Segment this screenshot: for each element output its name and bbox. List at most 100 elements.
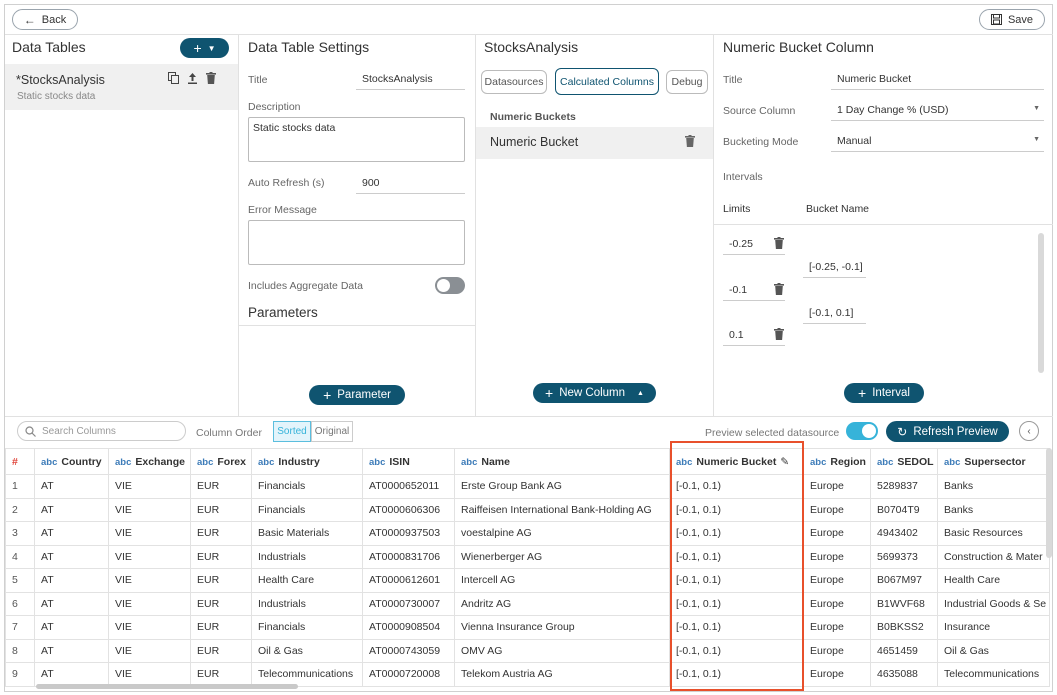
trash-icon[interactable] — [774, 283, 784, 295]
intervals-divider — [714, 224, 1053, 225]
trash-icon[interactable] — [774, 237, 784, 249]
trash-icon[interactable] — [774, 328, 784, 340]
column-header-index: # — [5, 448, 35, 475]
table-cell: Financials — [251, 497, 363, 522]
table-cell: Insurance — [937, 615, 1050, 640]
table-cell: B0704T9 — [870, 497, 938, 522]
table-body: 1 AT VIE EUR Financials AT0000652011 Erste Gro… — [5, 474, 1050, 687]
table-horizontal-scrollbar[interactable] — [36, 684, 298, 689]
column-header-name[interactable]: abc Name — [454, 448, 670, 475]
original-option[interactable]: Original — [311, 421, 353, 442]
upload-icon[interactable] — [187, 72, 198, 84]
numeric-bucket-item[interactable]: Numeric Bucket — [476, 127, 713, 159]
table-row[interactable]: 8 AT VIE EUR Oil & Gas AT0000743059 OMV AG [-0.… — [5, 638, 1050, 663]
add-data-table-button[interactable]: + ▼ — [180, 38, 229, 58]
table-cell: Wienerberger AG — [454, 544, 670, 569]
panel-bottom-divider — [5, 416, 1053, 417]
trash-icon[interactable] — [685, 135, 695, 147]
table-cell: AT0000606306 — [362, 497, 455, 522]
table-cell: Europe — [803, 638, 871, 663]
caret-up-icon: ▲ — [637, 389, 644, 397]
description-label: Description — [248, 101, 301, 113]
caret-down-icon: ▼ — [207, 43, 216, 53]
table-cell: VIE — [108, 591, 191, 616]
search-columns-field[interactable]: Search Columns — [17, 421, 186, 441]
table-cell: Telecommunications — [937, 662, 1050, 687]
back-button[interactable]: ← Back — [12, 9, 78, 30]
auto-refresh-field[interactable]: 900 — [356, 177, 465, 194]
collapse-button[interactable]: ‹ — [1019, 421, 1039, 441]
column-header-exchange[interactable]: abc Exchange — [108, 448, 191, 475]
aggregate-toggle[interactable] — [435, 277, 465, 294]
search-columns-placeholder: Search Columns — [42, 426, 116, 437]
table-cell: AT0000743059 — [362, 638, 455, 663]
table-cell: Construction & Mater — [937, 544, 1050, 569]
tab-calculated-columns[interactable]: Calculated Columns — [555, 68, 659, 95]
title-field[interactable]: StocksAnalysis — [356, 73, 465, 90]
bucket-title-field[interactable]: Numeric Bucket — [831, 73, 1044, 90]
table-cell: Financials — [251, 474, 363, 499]
table-cell: AT — [34, 568, 109, 593]
column-header-industry[interactable]: abc Industry — [251, 448, 363, 475]
new-column-button[interactable]: + New Column ▲ — [533, 383, 656, 403]
auto-refresh-label: Auto Refresh (s) — [248, 177, 325, 189]
data-table-item[interactable]: *StocksAnalysis Static stocks data — [5, 64, 238, 110]
description-field[interactable]: Static stocks data — [248, 117, 465, 162]
table-cell: AT0000831706 — [362, 544, 455, 569]
row-index-cell: 2 — [5, 497, 35, 522]
table-cell: Basic Resources — [937, 521, 1050, 546]
table-row[interactable]: 1 AT VIE EUR Financials AT0000652011 Erste Gro… — [5, 474, 1050, 499]
row-index-cell: 8 — [5, 638, 35, 663]
intervals-scrollbar[interactable] — [1038, 233, 1044, 373]
table-cell: VIE — [108, 615, 191, 640]
table-cell: Europe — [803, 521, 871, 546]
tab-datasources[interactable]: Datasources — [481, 70, 547, 94]
table-row[interactable]: 4 AT VIE EUR Industrials AT0000831706 Wienerbe… — [5, 544, 1050, 569]
bucketing-mode-select[interactable]: Manual ▼ — [831, 135, 1044, 152]
source-column-select[interactable]: 1 Day Change % (USD) ▼ — [831, 104, 1044, 121]
add-interval-button[interactable]: + Interval — [844, 383, 924, 403]
table-cell: VIE — [108, 662, 191, 687]
preview-selected-label: Preview selected datasource — [705, 427, 840, 439]
preview-selected-toggle[interactable] — [846, 422, 878, 440]
error-message-field[interactable] — [248, 220, 465, 265]
copy-icon[interactable] — [168, 72, 179, 84]
table-row[interactable]: 2 AT VIE EUR Financials AT0000606306 Raiffeise… — [5, 497, 1050, 522]
topbar-divider — [5, 34, 1053, 35]
data-table-item-desc: Static stocks data — [17, 91, 96, 102]
table-row[interactable]: 7 AT VIE EUR Financials AT0000908504 Vienna In… — [5, 615, 1050, 640]
table-cell: Raiffeisen International Bank-Holding AG — [454, 497, 670, 522]
refresh-preview-button[interactable]: ↻ Refresh Preview — [886, 421, 1009, 442]
table-cell: AT0000908504 — [362, 615, 455, 640]
table-row[interactable]: 6 AT VIE EUR Industrials AT0000730007 Andritz … — [5, 591, 1050, 616]
table-cell: Andritz AG — [454, 591, 670, 616]
column-header-forex[interactable]: abc Forex — [190, 448, 252, 475]
column-header-isin[interactable]: abc ISIN — [362, 448, 455, 475]
sorted-option[interactable]: Sorted — [273, 421, 311, 442]
table-row[interactable]: 3 AT VIE EUR Basic Materials AT0000937503 voes… — [5, 521, 1050, 546]
table-header-row: # abc Country abc Exchange abc Forex abc Ind… — [5, 448, 1050, 475]
table-vertical-scrollbar[interactable] — [1046, 448, 1052, 558]
table-cell: Oil & Gas — [937, 638, 1050, 663]
data-table-settings-title: Data Table Settings — [248, 39, 370, 55]
column-header-region[interactable]: abc Region — [803, 448, 871, 475]
table-cell: 4635088 — [870, 662, 938, 687]
add-parameter-button[interactable]: + Parameter — [309, 385, 405, 405]
plus-icon: + — [858, 385, 867, 401]
table-cell: Vienna Insurance Group — [454, 615, 670, 640]
table-row[interactable]: 9 AT VIE EUR Telecommunications AT0000720008 T… — [5, 662, 1050, 687]
column-header-supersector[interactable]: abc Supersector — [937, 448, 1050, 475]
table-cell: AT — [34, 544, 109, 569]
bucket-name-field[interactable]: [-0.1, 0.1] — [803, 307, 866, 324]
table-cell: Telekom Austria AG — [454, 662, 670, 687]
column-header-sedol[interactable]: abc SEDOL — [870, 448, 938, 475]
trash-icon[interactable] — [206, 72, 216, 84]
tab-debug[interactable]: Debug — [666, 70, 708, 94]
table-cell: AT — [34, 638, 109, 663]
bucket-name-field[interactable]: [-0.25, -0.1] — [803, 261, 866, 278]
column-header-country[interactable]: abc Country — [34, 448, 109, 475]
row-index-cell: 6 — [5, 591, 35, 616]
save-button[interactable]: Save — [979, 9, 1045, 30]
table-row[interactable]: 5 AT VIE EUR Health Care AT0000612601 Intercel… — [5, 568, 1050, 593]
table-cell: Europe — [803, 568, 871, 593]
